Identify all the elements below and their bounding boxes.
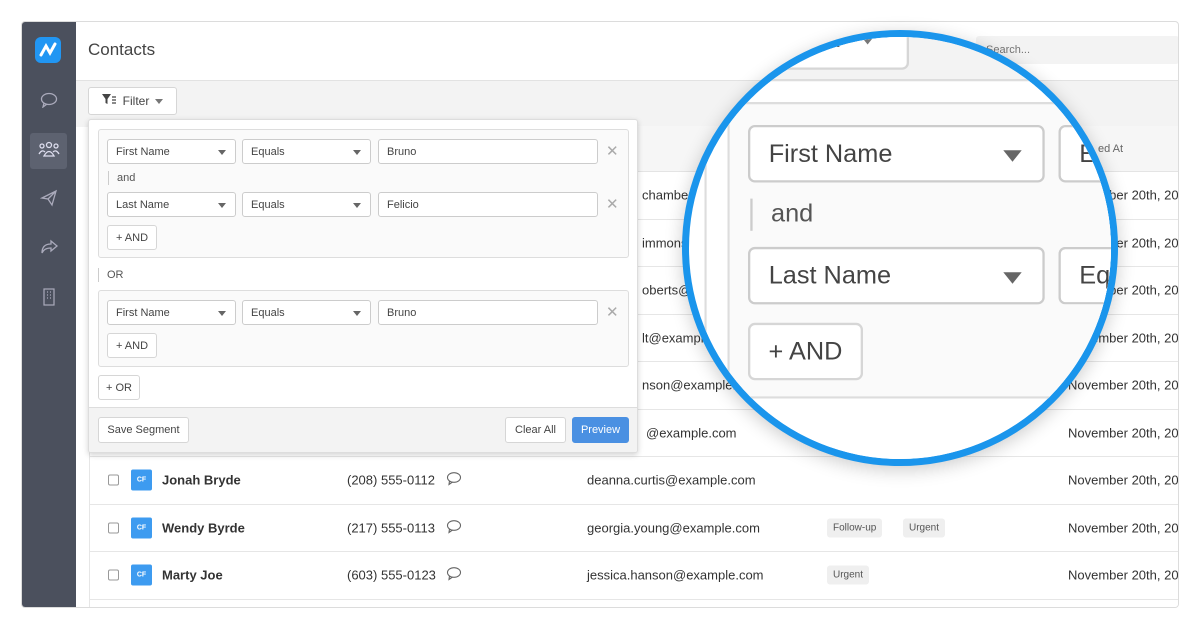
table-row[interactable]: CF Marty Joe (603) 555-0123 jessica.hans…	[90, 552, 1178, 600]
created-date: November 20th, 20	[1068, 472, 1179, 488]
clear-all-button[interactable]: Clear All	[505, 417, 566, 443]
add-and-button[interactable]: + AND	[107, 333, 157, 358]
chat-icon	[40, 92, 58, 113]
value-input[interactable]: Felicio	[378, 192, 598, 217]
tag-badge: Follow-up	[827, 518, 883, 538]
remove-condition-icon[interactable]: ✕	[606, 142, 619, 160]
page-title: Contacts	[88, 40, 156, 59]
tag-badge: Urgent	[827, 565, 870, 585]
caret-down-icon	[353, 150, 361, 155]
field-value: Last Name	[116, 198, 170, 211]
tag-badge: Urgent	[903, 518, 946, 538]
field-value: First Name	[116, 306, 170, 319]
contact-name[interactable]: Marty Joe	[162, 568, 223, 583]
field-select[interactable]: Last Name	[107, 192, 236, 217]
magnified-operator-select[interactable]: Equals	[1058, 124, 1111, 183]
conjunction-label: and	[108, 171, 135, 185]
field-value: First Name	[116, 145, 170, 158]
filter-icon	[101, 94, 116, 108]
field-value: First Name	[768, 139, 893, 168]
filter-footer: Save Segment Clear All Preview	[89, 407, 637, 452]
filter-button[interactable]: Filter	[88, 87, 177, 115]
table-row[interactable]: CF Wendy Byrde (217) 555-0113 georgia.yo…	[90, 505, 1179, 552]
value-text: Bruno	[387, 145, 417, 158]
or-label: OR	[98, 268, 124, 282]
operator-value: Equals	[251, 145, 285, 158]
magnified-field-select[interactable]: Last Name	[748, 246, 1045, 305]
caret-down-icon	[858, 37, 877, 44]
magnified-filter-panel: First Name Equals and Last Name Equals + AND	[704, 78, 1111, 459]
message-icon[interactable]	[446, 519, 462, 536]
row-checkbox[interactable]	[108, 569, 119, 581]
operator-select[interactable]: Equals	[242, 139, 371, 164]
magnified-operator-select[interactable]: Equals	[1058, 246, 1111, 305]
sidebar-item-contacts[interactable]	[30, 133, 67, 169]
value-text: Bruno	[387, 306, 417, 319]
operator-select[interactable]: Equals	[242, 300, 371, 325]
logo-icon[interactable]	[35, 37, 61, 63]
remove-condition-icon[interactable]: ✕	[606, 303, 619, 321]
filter-label: Filter	[122, 94, 150, 108]
remove-condition-icon[interactable]: ✕	[606, 195, 619, 213]
share-icon	[39, 239, 59, 260]
created-date: November 20th, 20	[1068, 567, 1179, 583]
filter-panel: First Name Equals Bruno ✕ and Last Name Equals…	[88, 119, 638, 453]
add-and-button[interactable]: + AND	[107, 225, 157, 250]
contact-phone: (217) 555-0113	[347, 520, 435, 536]
contact-phone: (208) 555-0112	[347, 472, 435, 488]
caret-down-icon	[353, 203, 361, 208]
magnified-add-and-button[interactable]: + AND	[748, 322, 863, 381]
contact-email: deanna.curtis@example.com	[587, 472, 756, 488]
sidebar-item-campaigns[interactable]	[30, 182, 67, 218]
contact-email: georgia.young@example.com	[587, 520, 760, 536]
conjunction-label: and	[750, 198, 813, 231]
contact-email: immons	[642, 235, 688, 251]
caret-down-icon	[218, 203, 226, 208]
row-checkbox[interactable]	[108, 522, 119, 534]
magnified-field-select[interactable]: First Name	[748, 124, 1045, 183]
contact-name[interactable]: Jonah Bryde	[162, 473, 241, 488]
preview-button[interactable]: Preview	[572, 417, 629, 443]
operator-value: Equals	[251, 306, 285, 319]
operator-select[interactable]: Equals	[242, 192, 371, 217]
users-icon	[37, 141, 60, 162]
field-select[interactable]: First Name	[107, 139, 236, 164]
caret-down-icon	[218, 150, 226, 155]
contact-email: jessica.hanson@example.com	[587, 567, 764, 583]
field-select[interactable]: First Name	[107, 300, 236, 325]
magnifier-lens: Filter First NameEqualsandLast NameEqual…	[682, 30, 1118, 466]
caret-down-icon	[155, 98, 164, 104]
sidebar	[22, 22, 76, 607]
table-row[interactable]: CF Jonah Bryde (208) 555-0112 deanna.cur…	[90, 457, 1178, 505]
sidebar-item-company[interactable]	[30, 281, 67, 317]
send-icon	[39, 189, 58, 212]
contact-name[interactable]: Wendy Byrde	[162, 520, 245, 535]
value-input[interactable]: Bruno	[378, 139, 598, 164]
building-icon	[42, 287, 56, 311]
caret-down-icon	[218, 311, 226, 316]
avatar: CF	[131, 517, 152, 539]
save-segment-button[interactable]: Save Segment	[98, 417, 189, 443]
sidebar-item-forward[interactable]	[30, 231, 67, 267]
add-or-button[interactable]: + OR	[98, 375, 140, 400]
avatar: CF	[131, 564, 152, 586]
field-value: Last Name	[768, 261, 892, 290]
caret-down-icon	[353, 311, 361, 316]
caret-down-icon	[1003, 150, 1022, 162]
message-icon[interactable]	[446, 472, 462, 489]
avatar: CF	[131, 469, 152, 491]
message-icon[interactable]	[446, 567, 462, 584]
row-checkbox[interactable]	[108, 474, 119, 486]
operator-value: Equals	[251, 198, 285, 211]
value-text: Felicio	[387, 198, 419, 211]
value-input[interactable]: Bruno	[378, 300, 598, 325]
created-date: November 20th, 20	[1068, 520, 1179, 536]
operator-value: Equals	[1079, 261, 1111, 290]
sidebar-item-conversations[interactable]	[30, 84, 67, 120]
contact-phone: (603) 555-0123	[347, 567, 436, 583]
caret-down-icon	[1003, 272, 1022, 284]
